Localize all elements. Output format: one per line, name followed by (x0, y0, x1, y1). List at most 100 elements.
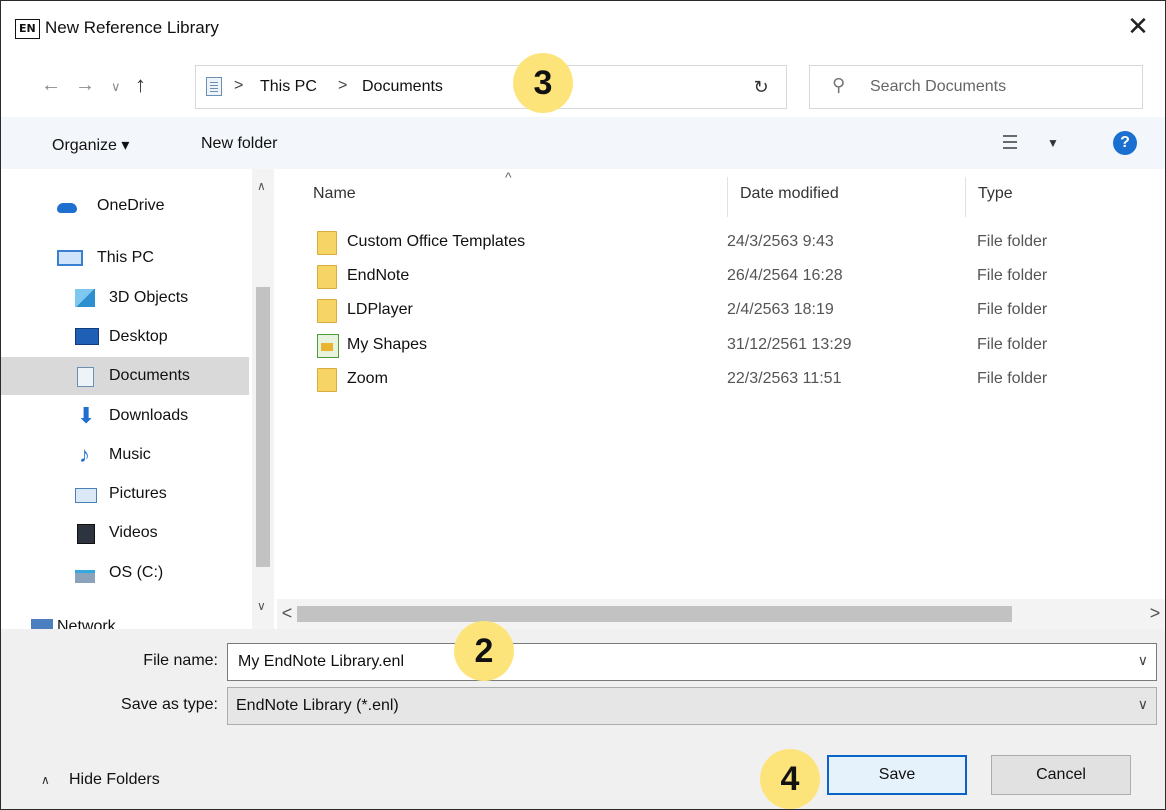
nav-item-desktop[interactable]: Desktop (1, 318, 249, 356)
nav-item-this-pc[interactable]: This PC (1, 239, 249, 277)
address-row: ← → ∨ ↑ > This PC > Documents ∨ ↻ ⚲ (1, 57, 1165, 117)
3d-objects-icon (75, 289, 95, 307)
nav-item-onedrive[interactable]: OneDrive (1, 187, 249, 225)
folder-icon (317, 368, 337, 392)
file-row[interactable]: Custom Office Templates 24/3/2563 9:43 F… (277, 225, 1165, 259)
file-date: 31/12/2561 13:29 (727, 336, 852, 353)
nav-item-label: OneDrive (97, 197, 165, 214)
file-row[interactable]: My Shapes 31/12/2561 13:29 File folder (277, 328, 1165, 362)
nav-item-pictures[interactable]: Pictures (1, 475, 249, 513)
scroll-up-icon[interactable]: ∧ (257, 179, 266, 193)
file-date: 22/3/2563 11:51 (727, 370, 842, 387)
documents-icon (206, 77, 222, 96)
nav-item-label: Pictures (109, 485, 167, 502)
file-row[interactable]: LDPlayer 2/4/2563 18:19 File folder (277, 293, 1165, 327)
column-divider[interactable] (727, 177, 728, 217)
save-as-type-label: Save as type: (121, 696, 218, 713)
breadcrumb-separator: > (338, 77, 348, 94)
file-name: My Shapes (347, 336, 428, 353)
app-logo: EN (15, 19, 40, 39)
documents-icon (77, 367, 94, 387)
hide-folders-button[interactable]: Hide Folders (69, 771, 160, 789)
file-name-input[interactable] (236, 647, 1120, 677)
save-as-type-select[interactable]: EndNote Library (*.enl) ∨ (227, 687, 1157, 725)
horizontal-scrollbar[interactable]: < > (277, 599, 1165, 629)
save-form: File name: ∨ Save as type: EndNote Libra… (1, 629, 1165, 809)
music-icon: ♪ (79, 442, 90, 467)
network-icon (31, 619, 53, 629)
help-icon[interactable]: ? (1113, 131, 1137, 155)
nav-item-label: Desktop (109, 328, 168, 345)
nav-item-label: Documents (109, 367, 190, 384)
chevron-up-icon[interactable]: ∧ (41, 773, 50, 787)
search-input[interactable] (868, 70, 1132, 104)
file-row[interactable]: EndNote 26/4/2564 16:28 File folder (277, 259, 1165, 293)
file-type: File folder (977, 336, 1048, 353)
breadcrumb-documents[interactable]: Documents (362, 78, 443, 96)
nav-item-label: Videos (109, 524, 158, 541)
view-options-caret-icon[interactable]: ▼ (1047, 136, 1059, 150)
back-arrow-icon[interactable]: ← (41, 74, 61, 97)
close-icon[interactable]: ✕ (1123, 11, 1153, 41)
pc-icon (57, 250, 83, 266)
breadcrumb-this-pc[interactable]: This PC (260, 78, 317, 96)
refresh-button[interactable]: ↻ (736, 65, 787, 109)
up-arrow-icon[interactable]: ↑ (135, 72, 146, 98)
column-divider[interactable] (965, 177, 966, 217)
file-name: Custom Office Templates (347, 233, 526, 250)
nav-item-label: Downloads (109, 407, 189, 424)
nav-item-os-c[interactable]: OS (C:) (1, 554, 249, 592)
cancel-button[interactable]: Cancel (991, 755, 1131, 795)
file-name: Zoom (347, 370, 388, 387)
search-box[interactable]: ⚲ (809, 65, 1143, 109)
new-folder-button[interactable]: New folder (201, 135, 277, 153)
nav-item-3d-objects[interactable]: 3D Objects (1, 279, 249, 317)
scrollbar-thumb[interactable] (256, 287, 270, 567)
scroll-down-icon[interactable]: ∨ (257, 599, 266, 613)
file-type: File folder (977, 233, 1048, 250)
nav-item-videos[interactable]: Videos (1, 514, 249, 552)
folder-icon (317, 265, 337, 289)
scrollbar-thumb[interactable] (297, 606, 1012, 622)
breadcrumb-separator: > (234, 77, 244, 94)
scroll-left-icon[interactable]: < (277, 603, 297, 624)
step-badge-3: 3 (513, 53, 573, 113)
column-header-type[interactable]: Type (978, 185, 1013, 203)
toolbar: Organize ▾ New folder ▼ ? (1, 117, 1165, 169)
save-as-type-value: EndNote Library (*.enl) (236, 697, 399, 714)
file-date: 2/4/2563 18:19 (727, 301, 834, 318)
step-badge-4: 4 (760, 749, 820, 809)
file-name-combobox[interactable]: ∨ (227, 643, 1157, 681)
file-date: 26/4/2564 16:28 (727, 267, 843, 284)
address-bar[interactable]: > This PC > Documents ∨ (195, 65, 898, 109)
forward-arrow-icon[interactable]: → (75, 74, 95, 97)
file-row[interactable]: Zoom 22/3/2563 11:51 File folder (277, 362, 1165, 396)
save-button[interactable]: Save (827, 755, 967, 795)
file-type: File folder (977, 370, 1048, 387)
file-type: File folder (977, 301, 1048, 318)
column-header-date-modified[interactable]: Date modified (740, 185, 839, 203)
scroll-right-icon[interactable]: > (1145, 603, 1165, 624)
navigation-pane: OneDrive This PC 3D Objects Desktop Docu… (1, 169, 277, 635)
file-date: 24/3/2563 9:43 (727, 233, 834, 250)
view-options-icon[interactable] (1003, 135, 1017, 149)
save-dialog-window: EN New Reference Library ✕ ← → ∨ ↑ > Thi… (0, 0, 1166, 810)
title-bar: EN New Reference Library ✕ (1, 1, 1165, 57)
step-badge-2: 2 (454, 621, 514, 681)
folder-icon (317, 231, 337, 255)
recent-locations-icon[interactable]: ∨ (111, 79, 121, 95)
nav-item-documents[interactable]: Documents (1, 357, 249, 395)
chevron-down-icon[interactable]: ∨ (1138, 652, 1148, 669)
nav-item-label: This PC (97, 249, 154, 266)
file-name: LDPlayer (347, 301, 413, 318)
chevron-down-icon[interactable]: ∨ (1138, 696, 1148, 713)
drive-icon (75, 570, 95, 583)
column-header-name[interactable]: Name (313, 185, 356, 203)
nav-item-music[interactable]: ♪ Music (1, 436, 249, 474)
nav-item-label: OS (C:) (109, 564, 164, 581)
search-icon: ⚲ (832, 75, 846, 95)
nav-item-downloads[interactable]: ⬇ Downloads (1, 397, 249, 435)
sort-ascending-icon: ^ (505, 169, 512, 185)
organize-menu-button[interactable]: Organize ▾ (52, 135, 129, 155)
nav-pane-scrollbar[interactable]: ∧ ∨ (252, 169, 274, 629)
